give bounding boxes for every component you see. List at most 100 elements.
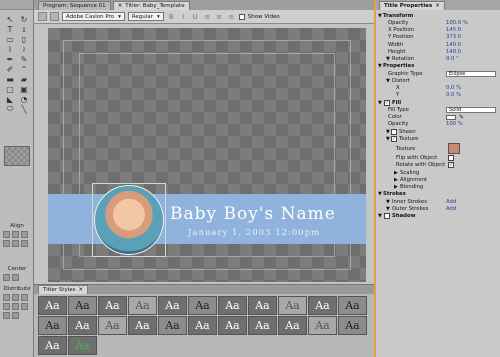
line-tool-icon[interactable]: ╲: [17, 104, 31, 114]
property-value[interactable]: 140.0: [446, 42, 461, 48]
color-swatch[interactable]: [446, 114, 456, 120]
disclosure-triangle-icon[interactable]: ▼: [378, 191, 382, 197]
style-swatch[interactable]: Aa: [38, 336, 67, 355]
convert-anchor-tool-icon[interactable]: ⌃: [17, 64, 31, 74]
style-swatch[interactable]: Aa: [98, 316, 127, 335]
type-tool-icon[interactable]: T: [3, 24, 17, 34]
property-value[interactable]: 0.0 %: [446, 85, 461, 91]
eyedropper-icon[interactable]: ✎: [459, 114, 464, 121]
disclosure-triangle-icon[interactable]: ▼: [378, 13, 382, 19]
disclosure-triangle-icon[interactable]: ▼: [378, 100, 382, 106]
style-swatch[interactable]: Aa: [308, 316, 337, 335]
align-right-icon[interactable]: [21, 231, 28, 238]
texture-thumbnail[interactable]: [448, 142, 460, 154]
tab-titler-styles[interactable]: Titler Styles ✕: [38, 285, 89, 294]
disclosure-triangle-icon[interactable]: ▼: [386, 129, 390, 135]
style-swatch[interactable]: Aa: [188, 316, 217, 335]
property-value[interactable]: 0.0 °: [446, 56, 459, 62]
distribute-horizontal-icon[interactable]: [3, 312, 10, 319]
area-type-tool-icon[interactable]: ▭: [3, 34, 17, 44]
title-date-text[interactable]: January 1, 2003 12:00pm: [188, 228, 320, 238]
show-video-checkbox[interactable]: [238, 13, 245, 20]
rotation-tool-icon[interactable]: ↻: [17, 14, 31, 24]
rounded-rect-tool-icon[interactable]: ▢: [3, 84, 17, 94]
distribute-vertical-icon[interactable]: [12, 312, 19, 319]
bold-icon[interactable]: B: [167, 13, 176, 21]
distribute-center-icon[interactable]: [12, 294, 19, 301]
disclosure-triangle-icon[interactable]: ▼: [386, 56, 390, 62]
disclosure-triangle-icon[interactable]: ▼: [386, 206, 390, 212]
rectangle-tool-icon[interactable]: ▬: [3, 74, 17, 84]
align-bottom-icon[interactable]: [21, 240, 28, 247]
property-value[interactable]: 100 %: [446, 121, 463, 127]
baby-photo-ellipse[interactable]: [94, 185, 164, 255]
disclosure-triangle-icon[interactable]: ▼: [378, 213, 382, 219]
add-stroke-link[interactable]: Add: [446, 199, 456, 205]
vertical-area-type-tool-icon[interactable]: ▯: [17, 34, 31, 44]
disclosure-triangle-icon[interactable]: ▼: [386, 136, 390, 142]
tab-title-properties[interactable]: Title Properties ✕: [379, 1, 445, 10]
font-style-select[interactable]: Regular ▾: [127, 12, 164, 21]
style-swatch[interactable]: Aa: [68, 336, 97, 355]
disclosure-triangle-icon[interactable]: ▶: [394, 170, 398, 176]
style-swatch[interactable]: Aa: [158, 296, 187, 315]
distribute-left-icon[interactable]: [3, 294, 10, 301]
rounded-corner-rect-tool-icon[interactable]: ▣: [17, 84, 31, 94]
style-swatch[interactable]: Aa: [128, 316, 157, 335]
vertical-path-type-tool-icon[interactable]: ≀: [17, 44, 31, 54]
arc-tool-icon[interactable]: ◔: [17, 94, 31, 104]
vertical-type-tool-icon[interactable]: ɪ: [17, 24, 31, 34]
disclosure-triangle-icon[interactable]: ▼: [386, 78, 390, 84]
property-value[interactable]: 100.0 %: [446, 20, 468, 26]
style-swatch[interactable]: Aa: [218, 296, 247, 315]
style-swatch[interactable]: Aa: [278, 296, 307, 315]
align-text-left-icon[interactable]: ≡: [203, 13, 212, 21]
style-swatch[interactable]: Aa: [128, 296, 157, 315]
italic-icon[interactable]: I: [179, 13, 188, 21]
align-text-center-icon[interactable]: ≡: [215, 13, 224, 21]
section-checkbox[interactable]: ✓: [384, 99, 390, 106]
add-stroke-link[interactable]: Add: [446, 206, 456, 212]
disclosure-triangle-icon[interactable]: ▶: [394, 184, 398, 190]
disclosure-triangle-icon[interactable]: ▶: [394, 177, 398, 183]
section-checkbox[interactable]: [384, 213, 390, 220]
wedge-tool-icon[interactable]: ◣: [3, 94, 17, 104]
style-swatch[interactable]: Aa: [278, 316, 307, 335]
align-left-icon[interactable]: [3, 231, 10, 238]
path-type-tool-icon[interactable]: ⌇: [3, 44, 17, 54]
center-vertical-icon[interactable]: [12, 274, 19, 281]
title-canvas[interactable]: Baby Boy's Name January 1, 2003 12:00pm: [48, 28, 366, 282]
center-horizontal-icon[interactable]: [3, 274, 10, 281]
style-swatch[interactable]: Aa: [98, 296, 127, 315]
close-icon[interactable]: ✕: [118, 3, 123, 9]
align-middle-icon[interactable]: [12, 240, 19, 247]
align-top-icon[interactable]: [3, 240, 10, 247]
templates-icon[interactable]: [50, 12, 59, 21]
delete-anchor-tool-icon[interactable]: ✎: [17, 54, 31, 64]
style-swatch[interactable]: Aa: [308, 296, 337, 315]
close-icon[interactable]: ✕: [435, 3, 440, 9]
section-checkbox[interactable]: [391, 128, 397, 135]
selection-tool-icon[interactable]: ↖: [3, 14, 17, 24]
close-icon[interactable]: ✕: [78, 287, 83, 293]
ellipse-tool-icon[interactable]: ⬭: [3, 104, 17, 114]
property-value[interactable]: 373.0: [446, 34, 461, 40]
style-swatch[interactable]: Aa: [38, 316, 67, 335]
property-checkbox[interactable]: [448, 155, 454, 162]
property-checkbox[interactable]: ✓: [448, 162, 454, 169]
disclosure-triangle-icon[interactable]: ▼: [386, 199, 390, 205]
disclosure-triangle-icon[interactable]: ▼: [378, 63, 382, 69]
property-dropdown[interactable]: Solid: [446, 106, 496, 113]
tab-titler[interactable]: ✕ Titler: Baby_Template: [112, 1, 190, 10]
property-dropdown[interactable]: Ellipse: [446, 70, 496, 77]
add-anchor-tool-icon[interactable]: ✐: [3, 64, 17, 74]
pen-tool-icon[interactable]: ✒: [3, 54, 17, 64]
style-swatch[interactable]: Aa: [38, 296, 67, 315]
style-swatch[interactable]: Aa: [338, 316, 367, 335]
align-center-icon[interactable]: [12, 231, 19, 238]
clipped-corner-rect-tool-icon[interactable]: ▰: [17, 74, 31, 84]
font-family-select[interactable]: Adobe Caslon Pro ▾: [62, 12, 125, 21]
distribute-bottom-icon[interactable]: [21, 303, 28, 310]
distribute-middle-icon[interactable]: [12, 303, 19, 310]
align-text-right-icon[interactable]: ≡: [227, 13, 236, 21]
